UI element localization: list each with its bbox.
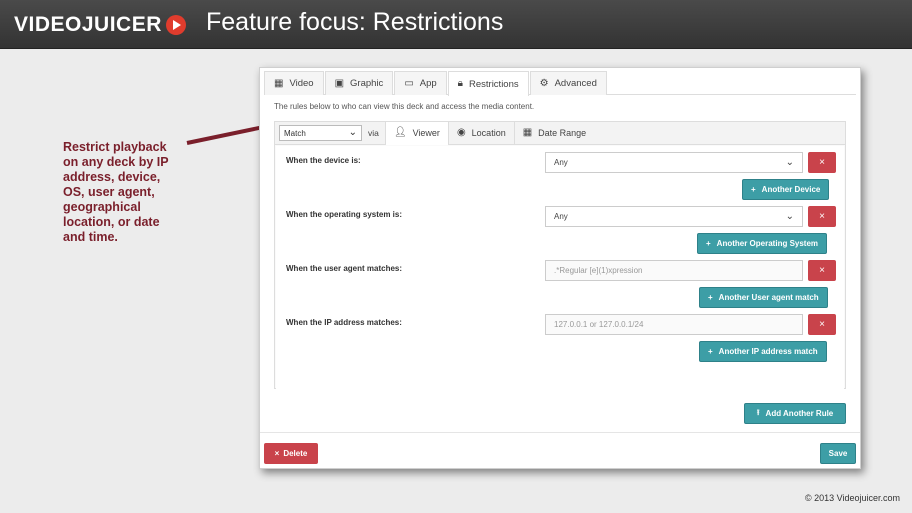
subtab-label: Location (471, 128, 506, 138)
add-ip-button[interactable]: + Another IP address match (699, 341, 827, 362)
tab-label: Restrictions (469, 78, 519, 90)
remove-os-button[interactable]: × (808, 206, 836, 227)
remove-ip-button[interactable]: × (808, 314, 836, 335)
close-icon: × (274, 449, 280, 458)
plus-icon: + (706, 239, 711, 248)
remove-user-agent-button[interactable]: × (808, 260, 836, 281)
device-select-value: Any (554, 158, 568, 167)
image-icon: ▣ (334, 77, 345, 89)
film-icon: ▦ (274, 77, 284, 89)
rule-subtabs: Match ⌄ via 👤︎ Viewer ◉ Location ▦ Date … (275, 121, 845, 145)
add-rule-label: Add Another Rule (765, 409, 834, 418)
upload-icon: ⭱ (756, 407, 760, 417)
delete-button[interactable]: × Delete (264, 443, 318, 464)
subtab-label: Date Range (538, 128, 587, 138)
os-rule-label: When the operating system is: (286, 210, 403, 219)
save-button[interactable]: Save (820, 443, 856, 464)
subtab-viewer[interactable]: 👤︎ Viewer (384, 121, 448, 145)
user-agent-placeholder: .*Regular [e](1)xpression (554, 266, 643, 275)
add-user-agent-button[interactable]: + Another User agent match (699, 287, 828, 308)
restrictions-panel: ▦ Video ▣ Graphic ▭ App 🔒︎ Restrictions … (259, 67, 861, 469)
subtab-date-range[interactable]: ▦ Date Range (513, 121, 595, 145)
close-icon: × (819, 157, 825, 168)
device-select[interactable]: Any ⌄ (545, 152, 803, 173)
calendar-icon: ▦ (522, 127, 533, 138)
close-icon: × (819, 319, 825, 330)
match-select-value: Match (284, 128, 306, 138)
os-select[interactable]: Any ⌄ (545, 206, 803, 227)
copyright-text: © 2013 Videojuicer.com (804, 493, 900, 503)
tab-video[interactable]: ▦ Video (264, 71, 324, 95)
via-label: via (368, 128, 379, 138)
play-icon (165, 15, 186, 35)
user-agent-rule-label: When the user agent matches: (286, 264, 403, 273)
tab-label: Graphic (350, 78, 384, 89)
ip-rule-label: When the IP address matches: (286, 318, 402, 327)
add-os-button[interactable]: + Another Operating System (697, 233, 828, 254)
ip-address-input[interactable]: 127.0.0.1 or 127.0.0.1/24 (545, 314, 803, 335)
subtab-label: Viewer (412, 128, 440, 138)
close-icon: × (819, 265, 825, 276)
tab-advanced[interactable]: ⚙ Advanced (529, 71, 607, 95)
tab-graphic[interactable]: ▣ Graphic (324, 71, 394, 95)
plus-icon: + (708, 347, 713, 356)
gear-icon: ⚙ (539, 77, 549, 89)
tab-label: Advanced (554, 78, 597, 89)
deck-tabs: ▦ Video ▣ Graphic ▭ App 🔒︎ Restrictions … (264, 71, 856, 96)
add-ip-label: Another IP address match (718, 347, 818, 356)
tab-label: Video (289, 78, 314, 89)
page-title: Feature focus: Restrictions (206, 8, 504, 36)
rules-list: When the device is: Any ⌄ × + Another De… (276, 146, 844, 389)
rules-container: Match ⌄ via 👤︎ Viewer ◉ Location ▦ Date … (274, 121, 846, 389)
videojuicer-logo: VIDEOJUICER (14, 12, 186, 38)
plus-icon: + (751, 185, 756, 194)
tab-app[interactable]: ▭ App (394, 71, 447, 95)
globe-icon: ◉ (456, 127, 466, 138)
logo-text: VIDEOJUICER (14, 13, 162, 36)
close-icon: × (819, 211, 825, 222)
header-bar: VIDEOJUICER Feature focus: Restrictions (0, 0, 912, 49)
tab-label: App (419, 78, 437, 89)
tab-restrictions[interactable]: 🔒︎ Restrictions (447, 71, 529, 96)
chevron-down-icon: ⌄ (348, 127, 357, 138)
intro-text: The rules below to who can view this dec… (274, 102, 535, 111)
os-select-value: Any (554, 212, 568, 221)
user-agent-input[interactable]: .*Regular [e](1)xpression (545, 260, 803, 281)
chevron-down-icon: ⌄ (785, 156, 794, 168)
add-another-rule-button[interactable]: ⭱ Add Another Rule (744, 403, 846, 424)
callout-text: Restrict playback on any deck by IP addr… (63, 140, 169, 244)
delete-label: Delete (283, 449, 308, 458)
monitor-icon: ▭ (404, 77, 414, 89)
lock-icon: 🔒︎ (457, 78, 463, 89)
ip-address-placeholder: 127.0.0.1 or 127.0.0.1/24 (554, 320, 644, 329)
add-user-agent-label: Another User agent match (718, 293, 819, 302)
user-icon: 👤︎ (393, 127, 407, 138)
match-select[interactable]: Match ⌄ (279, 125, 362, 141)
add-os-label: Another Operating System (716, 239, 819, 248)
add-device-button[interactable]: + Another Device (742, 179, 830, 200)
footer-divider (260, 432, 860, 433)
remove-device-button[interactable]: × (808, 152, 836, 173)
chevron-down-icon: ⌄ (785, 210, 794, 222)
device-rule-label: When the device is: (286, 156, 361, 165)
plus-icon: + (708, 293, 713, 302)
save-label: Save (828, 449, 848, 458)
subtab-location[interactable]: ◉ Location (447, 121, 514, 145)
add-device-label: Another Device (761, 185, 821, 194)
